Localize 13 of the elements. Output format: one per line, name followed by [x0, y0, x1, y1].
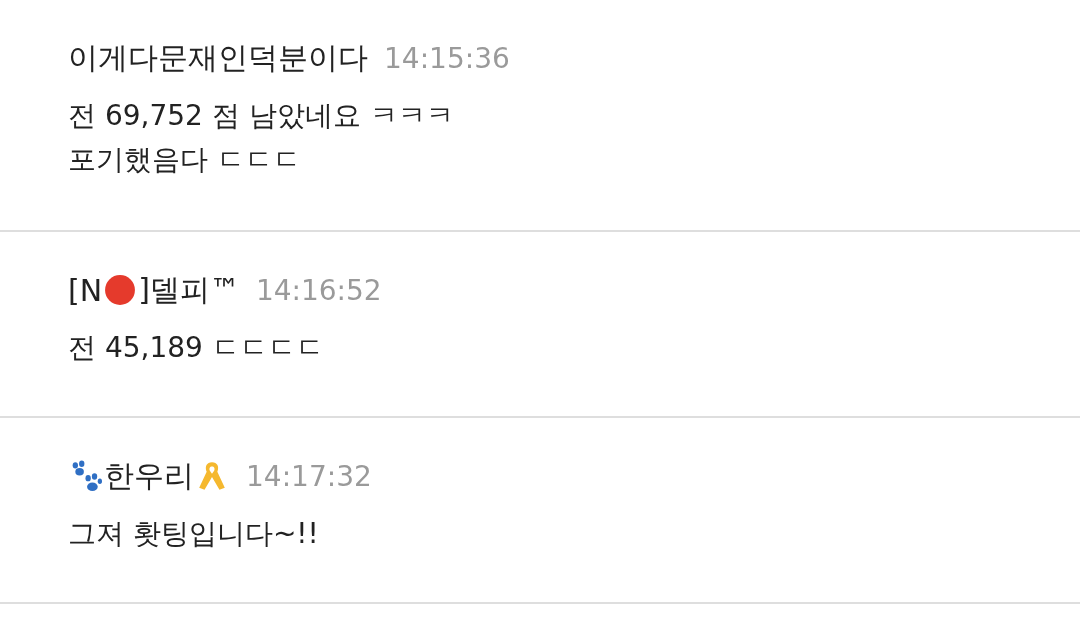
commenter-name: [N: [68, 272, 103, 308]
commenter-name: 한우리: [104, 456, 194, 495]
comment-time: 14:16:52: [255, 273, 382, 307]
comment-text: 그져 홧팅입니다~!!: [68, 516, 320, 552]
comment-text: 전 45,189 ㄷㄷㄷㄷ: [68, 330, 325, 366]
comment-time: 14:15:36: [384, 41, 510, 75]
commenter-name: ]델피™: [138, 270, 240, 309]
paw-icon: [70, 460, 102, 492]
comment-text: 전 69,752 점 남았네요 ㅋㅋㅋ 포기했음다 ㄷㄷㄷ: [68, 98, 455, 178]
ribbon-icon: [196, 460, 228, 492]
circle-icon: [104, 274, 137, 306]
commenter-name: 이게다문재인덕분이다: [68, 38, 368, 77]
comment-time: 14:17:32: [246, 459, 372, 493]
